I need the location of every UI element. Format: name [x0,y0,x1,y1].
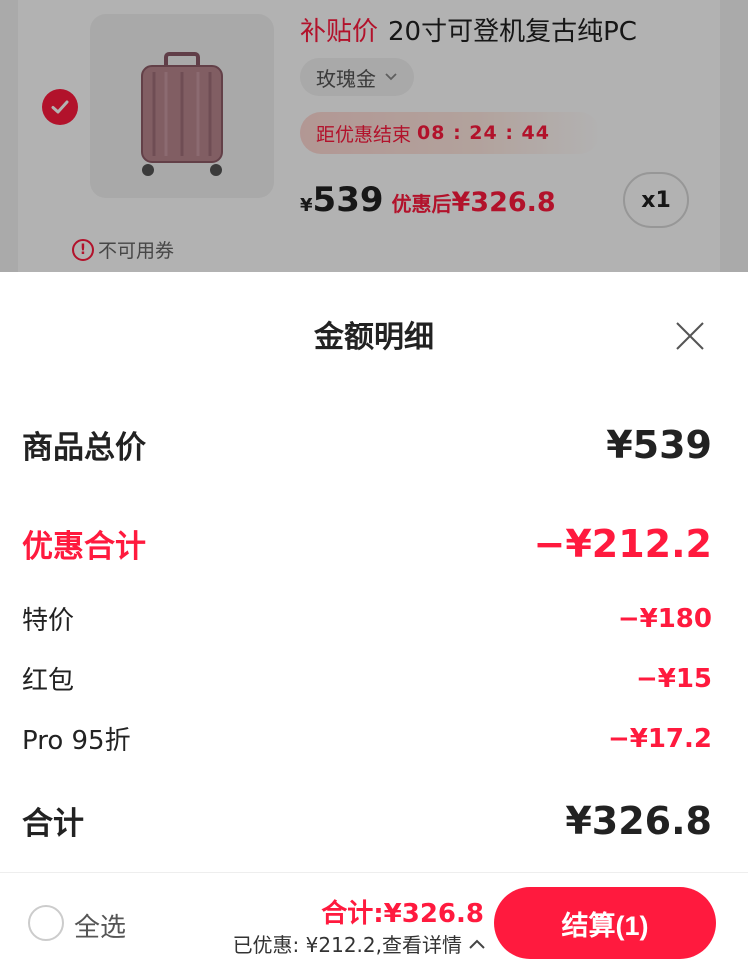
discount-total-value: −¥212.2 [533,521,712,566]
checkout-bar: 全选 合计:¥326.8 已优惠: ¥212.2,查看详情 结算(1) [0,872,748,968]
discount-label: 特价 [22,606,75,636]
discount-row-special-price: 特价 −¥180 [22,600,712,637]
chevron-up-icon [469,939,485,949]
goods-total-value: ¥539 [606,422,712,467]
saved-text: 已优惠: ¥212.2,查看详情 [232,933,462,957]
select-all-checkbox[interactable] [28,905,64,941]
discount-row-pro: Pro 95折 −¥17.2 [22,720,712,757]
discount-label: Pro 95折 [22,726,131,756]
discount-row-red-packet: 红包 −¥15 [22,660,712,697]
discount-value: −¥180 [617,603,712,634]
bar-total: 合计:¥326.8 [321,899,484,929]
close-button[interactable] [670,316,710,356]
discount-total-label: 优惠合计 [22,529,146,565]
sum-label: 合计 [22,806,84,842]
saved-details-link[interactable]: 已优惠: ¥212.2,查看详情 [233,929,486,958]
goods-total-row: 商品总价 ¥539 [22,422,712,467]
goods-total-label: 商品总价 [22,430,146,466]
select-all-label[interactable]: 全选 [74,907,126,944]
modal-backdrop[interactable] [0,0,748,272]
sum-row: 合计 ¥326.8 [22,798,712,843]
sum-value: ¥326.8 [565,798,712,843]
discount-label: 红包 [22,666,75,696]
discount-value: −¥15 [635,663,712,694]
checkout-button[interactable]: 结算(1) [494,887,716,959]
sheet-title: 金额明细 [314,320,434,355]
discount-total-row: 优惠合计 −¥212.2 [22,521,712,566]
discount-value: −¥17.2 [607,723,712,754]
close-icon [676,322,704,350]
amount-details-sheet: 金额明细 商品总价 ¥539 优惠合计 −¥212.2 特价 −¥180 红包 … [0,272,748,872]
